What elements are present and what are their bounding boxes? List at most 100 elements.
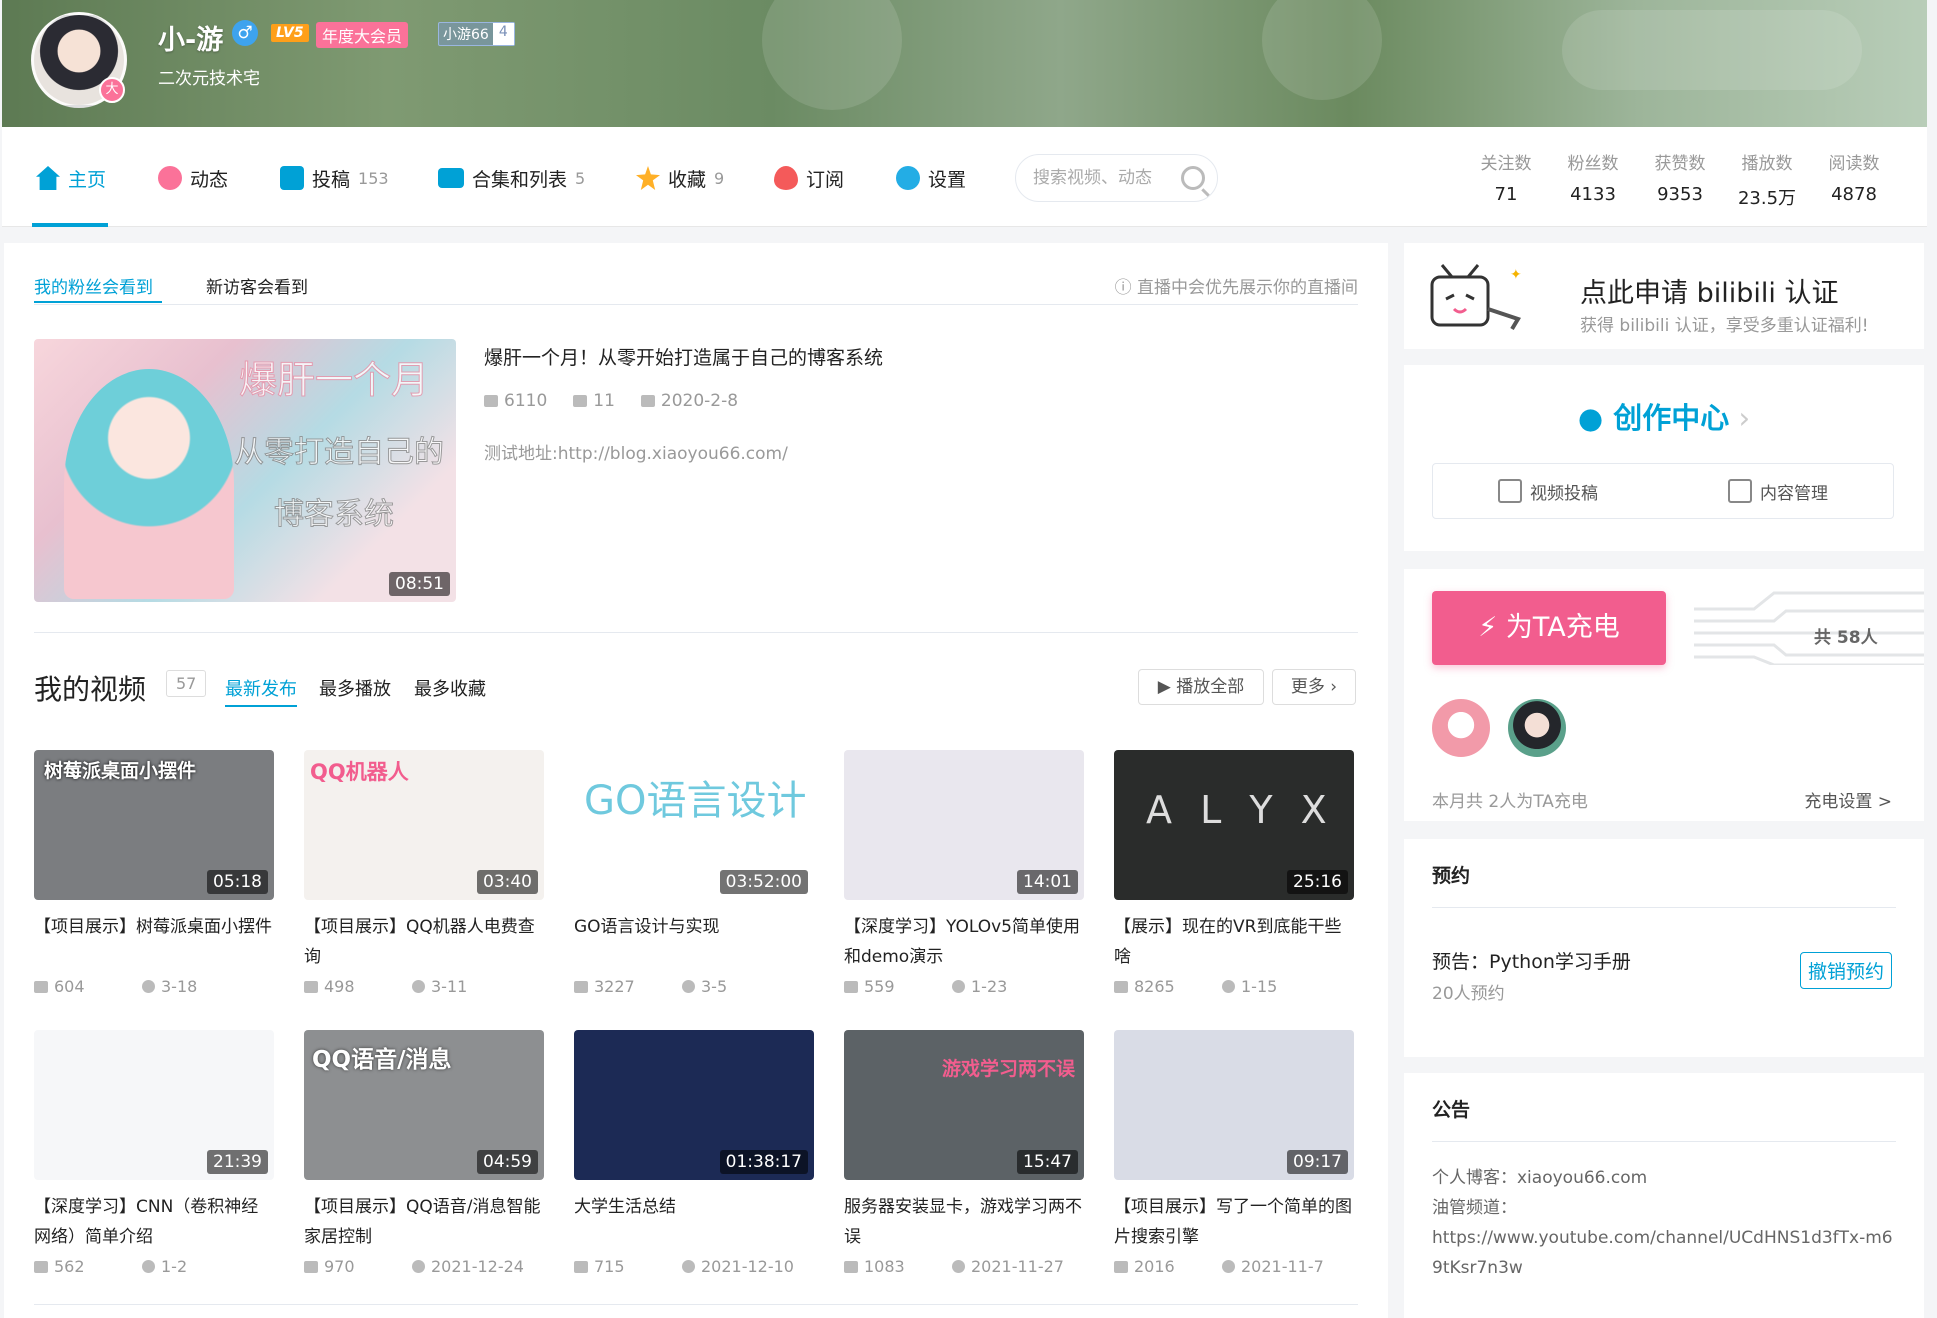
tab-latest[interactable]: 最新发布 — [225, 675, 297, 701]
publish-date: 2021-11-7 — [1222, 1257, 1324, 1276]
video-title[interactable]: 【深度学习】YOLOv5简单使用和demo演示 — [844, 912, 1084, 972]
tab-visitors-view[interactable]: 新访客会看到 — [206, 273, 308, 298]
video-upload-button[interactable]: 视频投稿 — [1433, 464, 1663, 518]
auth-card[interactable]: ✦ 点此申请 bilibili 认证 获得 bilibili 认证，享受多重认证… — [1404, 243, 1924, 349]
info-icon: ⓘ — [1114, 278, 1137, 298]
video-title[interactable]: 服务器安装显卡，游戏学习两不误 — [844, 1192, 1084, 1252]
star-icon — [636, 166, 660, 190]
search-input[interactable]: 搜索视频、动态 — [1015, 154, 1218, 202]
cancel-reservation-button[interactable]: 撤销预约 — [1799, 952, 1892, 989]
play-all-button[interactable]: ▶ 播放全部 — [1138, 669, 1264, 705]
fan-medal[interactable]: 小游66 4 — [438, 22, 515, 46]
tab-settings[interactable]: 设置 — [896, 161, 966, 195]
stat-value: 23.5万 — [1737, 188, 1797, 209]
charger-avatar[interactable] — [1432, 699, 1490, 757]
creator-center-link[interactable]: ● 创作中心 › — [1404, 395, 1924, 437]
stat-following[interactable]: 关注数 71 — [1466, 149, 1546, 205]
more-button[interactable]: 更多 › — [1272, 669, 1356, 705]
video-title[interactable]: 【深度学习】CNN（卷积神经网络）简单介绍 — [34, 1192, 274, 1252]
video-card[interactable]: 01:38:17 大学生活总结 715 2021-12-10 — [574, 1030, 814, 1276]
video-thumbnail[interactable]: QQ机器人 03:40 — [304, 750, 544, 900]
announcement-link[interactable]: https://www.youtube.com/channel/UCdHNS1d… — [1432, 1223, 1896, 1283]
video-duration: 21:39 — [207, 1150, 268, 1174]
tab-fans-view[interactable]: 我的粉丝会看到 — [34, 273, 153, 298]
video-thumbnail[interactable]: 14:01 — [844, 750, 1084, 900]
tab-dynamic[interactable]: 动态 — [158, 161, 228, 195]
tab-collection[interactable]: 合集和列表 5 — [438, 161, 585, 195]
publish-date: 2021-11-27 — [952, 1257, 1064, 1276]
featured-video-thumbnail[interactable]: 爆肝一个月 从零打造自己的 博客系统 08:51 — [34, 339, 456, 602]
search-icon[interactable] — [1181, 166, 1205, 190]
active-tab-indicator — [32, 223, 108, 227]
publish-date: 1-23 — [952, 977, 1007, 996]
video-thumbnail[interactable]: 游戏学习两不误 15:47 — [844, 1030, 1084, 1180]
stat-value: 4133 — [1570, 184, 1616, 205]
video-thumbnail[interactable]: 21:39 — [34, 1030, 274, 1180]
stat-label: 关注数 — [1480, 154, 1532, 174]
content-manage-button[interactable]: 内容管理 — [1663, 464, 1893, 518]
charge-settings-link[interactable]: 充电设置 > — [1804, 787, 1892, 812]
video-card[interactable]: QQ机器人 03:40 【项目展示】QQ机器人电费查询 498 3-11 — [304, 750, 544, 996]
charge-button[interactable]: ⚡ 为TA充电 — [1432, 591, 1666, 665]
video-meta: 715 2021-12-10 — [574, 1257, 814, 1276]
level-badge[interactable]: LV5 — [271, 24, 309, 42]
tab-upload[interactable]: 投稿 153 — [280, 161, 389, 195]
video-thumbnail[interactable]: 09:17 — [1114, 1030, 1354, 1180]
tab-most-played[interactable]: 最多播放 — [319, 675, 391, 701]
video-duration: 25:16 — [1287, 870, 1348, 894]
video-title[interactable]: GO语言设计与实现 — [574, 912, 814, 972]
video-thumbnail[interactable]: QQ语音/消息 04:59 — [304, 1030, 544, 1180]
video-thumbnail[interactable]: A L Y X 25:16 — [1114, 750, 1354, 900]
video-thumbnail[interactable]: 树莓派桌面小摆件 05:18 — [34, 750, 274, 900]
divider — [34, 632, 1358, 633]
video-thumbnail[interactable]: GO语言设计 03:52:00 — [574, 750, 814, 900]
tab-subscribe[interactable]: 订阅 — [774, 161, 844, 195]
video-card[interactable]: A L Y X 25:16 【展示】现在的VR到底能干些啥 8265 1-15 — [1114, 750, 1354, 996]
play-count: 1083 — [844, 1257, 952, 1276]
tab-count: 153 — [358, 168, 389, 188]
tab-count: 5 — [575, 168, 586, 188]
button-label: 为TA充电 — [1505, 612, 1620, 643]
stat-value: 9353 — [1657, 184, 1703, 205]
publish-date: 2021-12-10 — [682, 1257, 794, 1276]
video-title[interactable]: 【项目展示】写了一个简单的图片搜索引擎 — [1114, 1192, 1354, 1252]
video-card[interactable]: GO语言设计 03:52:00 GO语言设计与实现 3227 3-5 — [574, 750, 814, 996]
video-title[interactable]: 【项目展示】QQ机器人电费查询 — [304, 912, 544, 972]
video-title[interactable]: 大学生活总结 — [574, 1192, 814, 1252]
gear-icon — [896, 166, 920, 190]
tab-favorites[interactable]: 收藏 9 — [636, 161, 724, 195]
video-card[interactable]: QQ语音/消息 04:59 【项目展示】QQ语音/消息智能家居控制 970 2021-1… — [304, 1030, 544, 1276]
video-thumbnail[interactable]: 01:38:17 — [574, 1030, 814, 1180]
tab-home[interactable]: 主页 — [36, 161, 106, 195]
video-title[interactable]: 【项目展示】树莓派桌面小摆件 — [34, 912, 274, 972]
play-count: 3227 — [574, 977, 682, 996]
vip-badge[interactable]: 年度大会员 — [316, 22, 409, 48]
tab-most-favorited[interactable]: 最多收藏 — [414, 675, 486, 701]
button-label: 播放全部 — [1176, 677, 1245, 697]
thumbnail-text: 树莓派桌面小摆件 — [44, 760, 197, 782]
charger-avatar[interactable] — [1508, 699, 1566, 757]
video-meta: 1083 2021-11-27 — [844, 1257, 1084, 1276]
stat-fans[interactable]: 粉丝数 4133 — [1553, 149, 1633, 205]
video-meta: 562 1-2 — [34, 1257, 274, 1276]
chevron-right-icon: › — [1729, 401, 1751, 435]
button-label: 内容管理 — [1760, 483, 1828, 504]
avatar-badge: 大 — [99, 77, 125, 103]
video-card[interactable]: 游戏学习两不误 15:47 服务器安装显卡，游戏学习两不误 1083 2021-11-2… — [844, 1030, 1084, 1276]
username[interactable]: 小-游 — [158, 18, 223, 57]
video-card[interactable]: 14:01 【深度学习】YOLOv5简单使用和demo演示 559 1-23 — [844, 750, 1084, 996]
video-card[interactable]: 树莓派桌面小摆件 05:18 【项目展示】树莓派桌面小摆件 604 3-18 — [34, 750, 274, 996]
thumbnail-text: 爆肝一个月 — [238, 358, 430, 403]
tab-label: 订阅 — [806, 168, 845, 191]
video-meta: 3227 3-5 — [574, 977, 814, 996]
stat-value: 4878 — [1831, 184, 1877, 205]
video-title[interactable]: 【项目展示】QQ语音/消息智能家居控制 — [304, 1192, 544, 1252]
tab-label: 收藏 — [668, 168, 707, 191]
video-title[interactable]: 【展示】现在的VR到底能干些啥 — [1114, 912, 1354, 972]
featured-video-title[interactable]: 爆肝一个月！从零开始打造属于自己的博客系统 — [484, 343, 883, 370]
button-label: 更多 — [1290, 677, 1325, 697]
video-card[interactable]: 21:39 【深度学习】CNN（卷积神经网络）简单介绍 562 1-2 — [34, 1030, 274, 1276]
video-card[interactable]: 09:17 【项目展示】写了一个简单的图片搜索引擎 2016 2021-11-7 — [1114, 1030, 1354, 1276]
video-meta: 559 1-23 — [844, 977, 1084, 996]
medal-level: 4 — [492, 23, 514, 45]
